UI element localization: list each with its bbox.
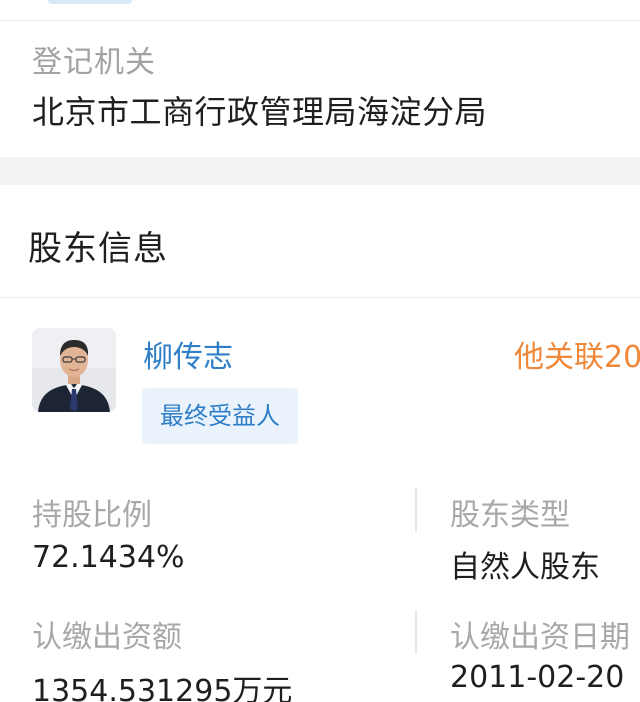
person-photo-icon — [32, 328, 116, 412]
related-companies-link[interactable]: 他关联20 — [514, 332, 640, 376]
top-tab-strip — [0, 0, 640, 21]
shareholder-section-header: 股东信息 — [0, 185, 640, 298]
ultimate-beneficiary-badge: 最终受益人 — [142, 388, 298, 444]
tab-edge[interactable] — [48, 0, 132, 4]
avatar[interactable] — [32, 328, 116, 412]
shareholder-card[interactable]: 柳传志 他关联20 最终受益人 持股比例 72.1434% 股东类型 自然人股东… — [0, 298, 640, 702]
shareholder-type-label: 股东类型 — [450, 498, 570, 533]
shareholder-type-value: 自然人股东 — [450, 550, 600, 585]
column-divider — [415, 610, 417, 654]
subscribed-capital-label: 认缴出资额 — [32, 620, 182, 655]
share-ratio-value: 72.1434% — [32, 540, 185, 575]
shareholder-section-title: 股东信息 — [28, 229, 168, 269]
subscribed-date-label: 认缴出资日期 — [450, 620, 630, 655]
registration-authority-value: 北京市工商行政管理局海淀分局 — [32, 93, 488, 131]
registration-authority-label: 登记机关 — [32, 45, 156, 80]
subscribed-date-value: 2011-02-20 — [450, 660, 625, 695]
share-ratio-label: 持股比例 — [32, 498, 152, 533]
section-divider — [0, 157, 640, 185]
shareholder-name-link[interactable]: 柳传志 — [143, 332, 233, 376]
subscribed-capital-value: 1354.531295万元 — [32, 674, 293, 702]
column-divider — [415, 488, 417, 532]
registration-authority-section: 登记机关 北京市工商行政管理局海淀分局 — [0, 21, 640, 157]
